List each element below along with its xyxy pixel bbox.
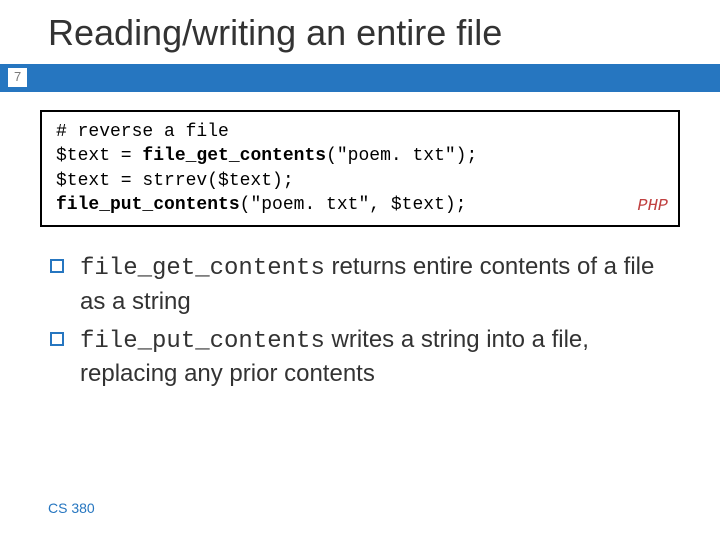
content-area: # reverse a file $text = file_get_conten…: [0, 92, 720, 391]
bullet-icon: [50, 332, 64, 346]
code-fn: file_get_contents: [142, 146, 326, 166]
code-text: $text =: [56, 146, 142, 166]
page-number: 7: [8, 68, 27, 87]
code-text: ("poem. txt");: [326, 146, 477, 166]
list-item: file_get_contents returns entire content…: [50, 251, 680, 318]
inline-code: file_get_contents: [80, 255, 325, 282]
code-text: ("poem. txt", $text);: [240, 195, 467, 215]
bullet-list: file_get_contents returns entire content…: [40, 251, 680, 391]
bullet-text: file_put_contents writes a string into a…: [80, 324, 680, 391]
accent-bar: 7: [0, 64, 720, 92]
code-fn: file_put_contents: [56, 195, 240, 215]
slide: Reading/writing an entire file 7 # rever…: [0, 0, 720, 540]
bullet-icon: [50, 259, 64, 273]
footer-text: CS 380: [48, 500, 95, 516]
code-line: file_put_contents("poem. txt", $text);: [56, 193, 664, 217]
code-line: $text = strrev($text);: [56, 169, 664, 193]
code-line: # reverse a file: [56, 120, 664, 144]
inline-code: file_put_contents: [80, 328, 325, 355]
language-badge: PHP: [637, 196, 668, 219]
list-item: file_put_contents writes a string into a…: [50, 324, 680, 391]
code-block: # reverse a file $text = file_get_conten…: [40, 110, 680, 227]
page-title: Reading/writing an entire file: [0, 0, 720, 64]
bullet-text: file_get_contents returns entire content…: [80, 251, 680, 318]
code-line: $text = file_get_contents("poem. txt");: [56, 144, 664, 168]
